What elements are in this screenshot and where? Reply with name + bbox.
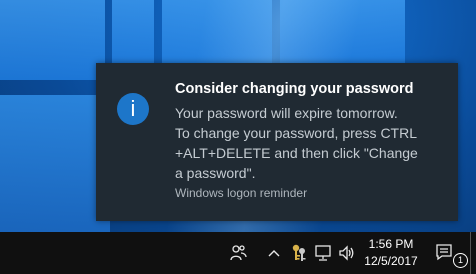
password-notification-toast[interactable]: i Consider changing your password Your p… <box>96 63 458 221</box>
keys-icon[interactable] <box>289 242 309 264</box>
clock-date: 12/5/2017 <box>364 254 418 268</box>
show-desktop-button[interactable] <box>470 232 476 274</box>
action-center-icon[interactable] <box>434 242 454 262</box>
network-icon[interactable] <box>313 243 333 263</box>
notification-body: Your password will expire tomorrow. To c… <box>175 103 450 183</box>
taskbar-clock[interactable]: 1:56 PM 12/5/2017 <box>360 236 422 270</box>
notification-body-line: To change your password, press CTRL <box>175 125 417 141</box>
chevron-up-icon[interactable] <box>266 244 282 262</box>
clock-time: 1:56 PM <box>368 237 414 251</box>
notification-source: Windows logon reminder <box>175 186 308 200</box>
notification-body-line: a password". <box>175 165 256 181</box>
volume-icon[interactable] <box>337 243 357 263</box>
info-icon-glyph: i <box>130 96 136 121</box>
people-icon[interactable] <box>228 243 248 263</box>
info-icon: i <box>117 93 149 125</box>
taskbar: 1:56 PM 12/5/2017 1 <box>0 232 476 274</box>
notification-title: Consider changing your password <box>175 81 414 97</box>
notification-body-line: +ALT+DELETE and then click "Change <box>175 145 418 161</box>
notification-count-badge: 1 <box>453 253 468 268</box>
notification-body-line: Your password will expire tomorrow. <box>175 105 398 121</box>
